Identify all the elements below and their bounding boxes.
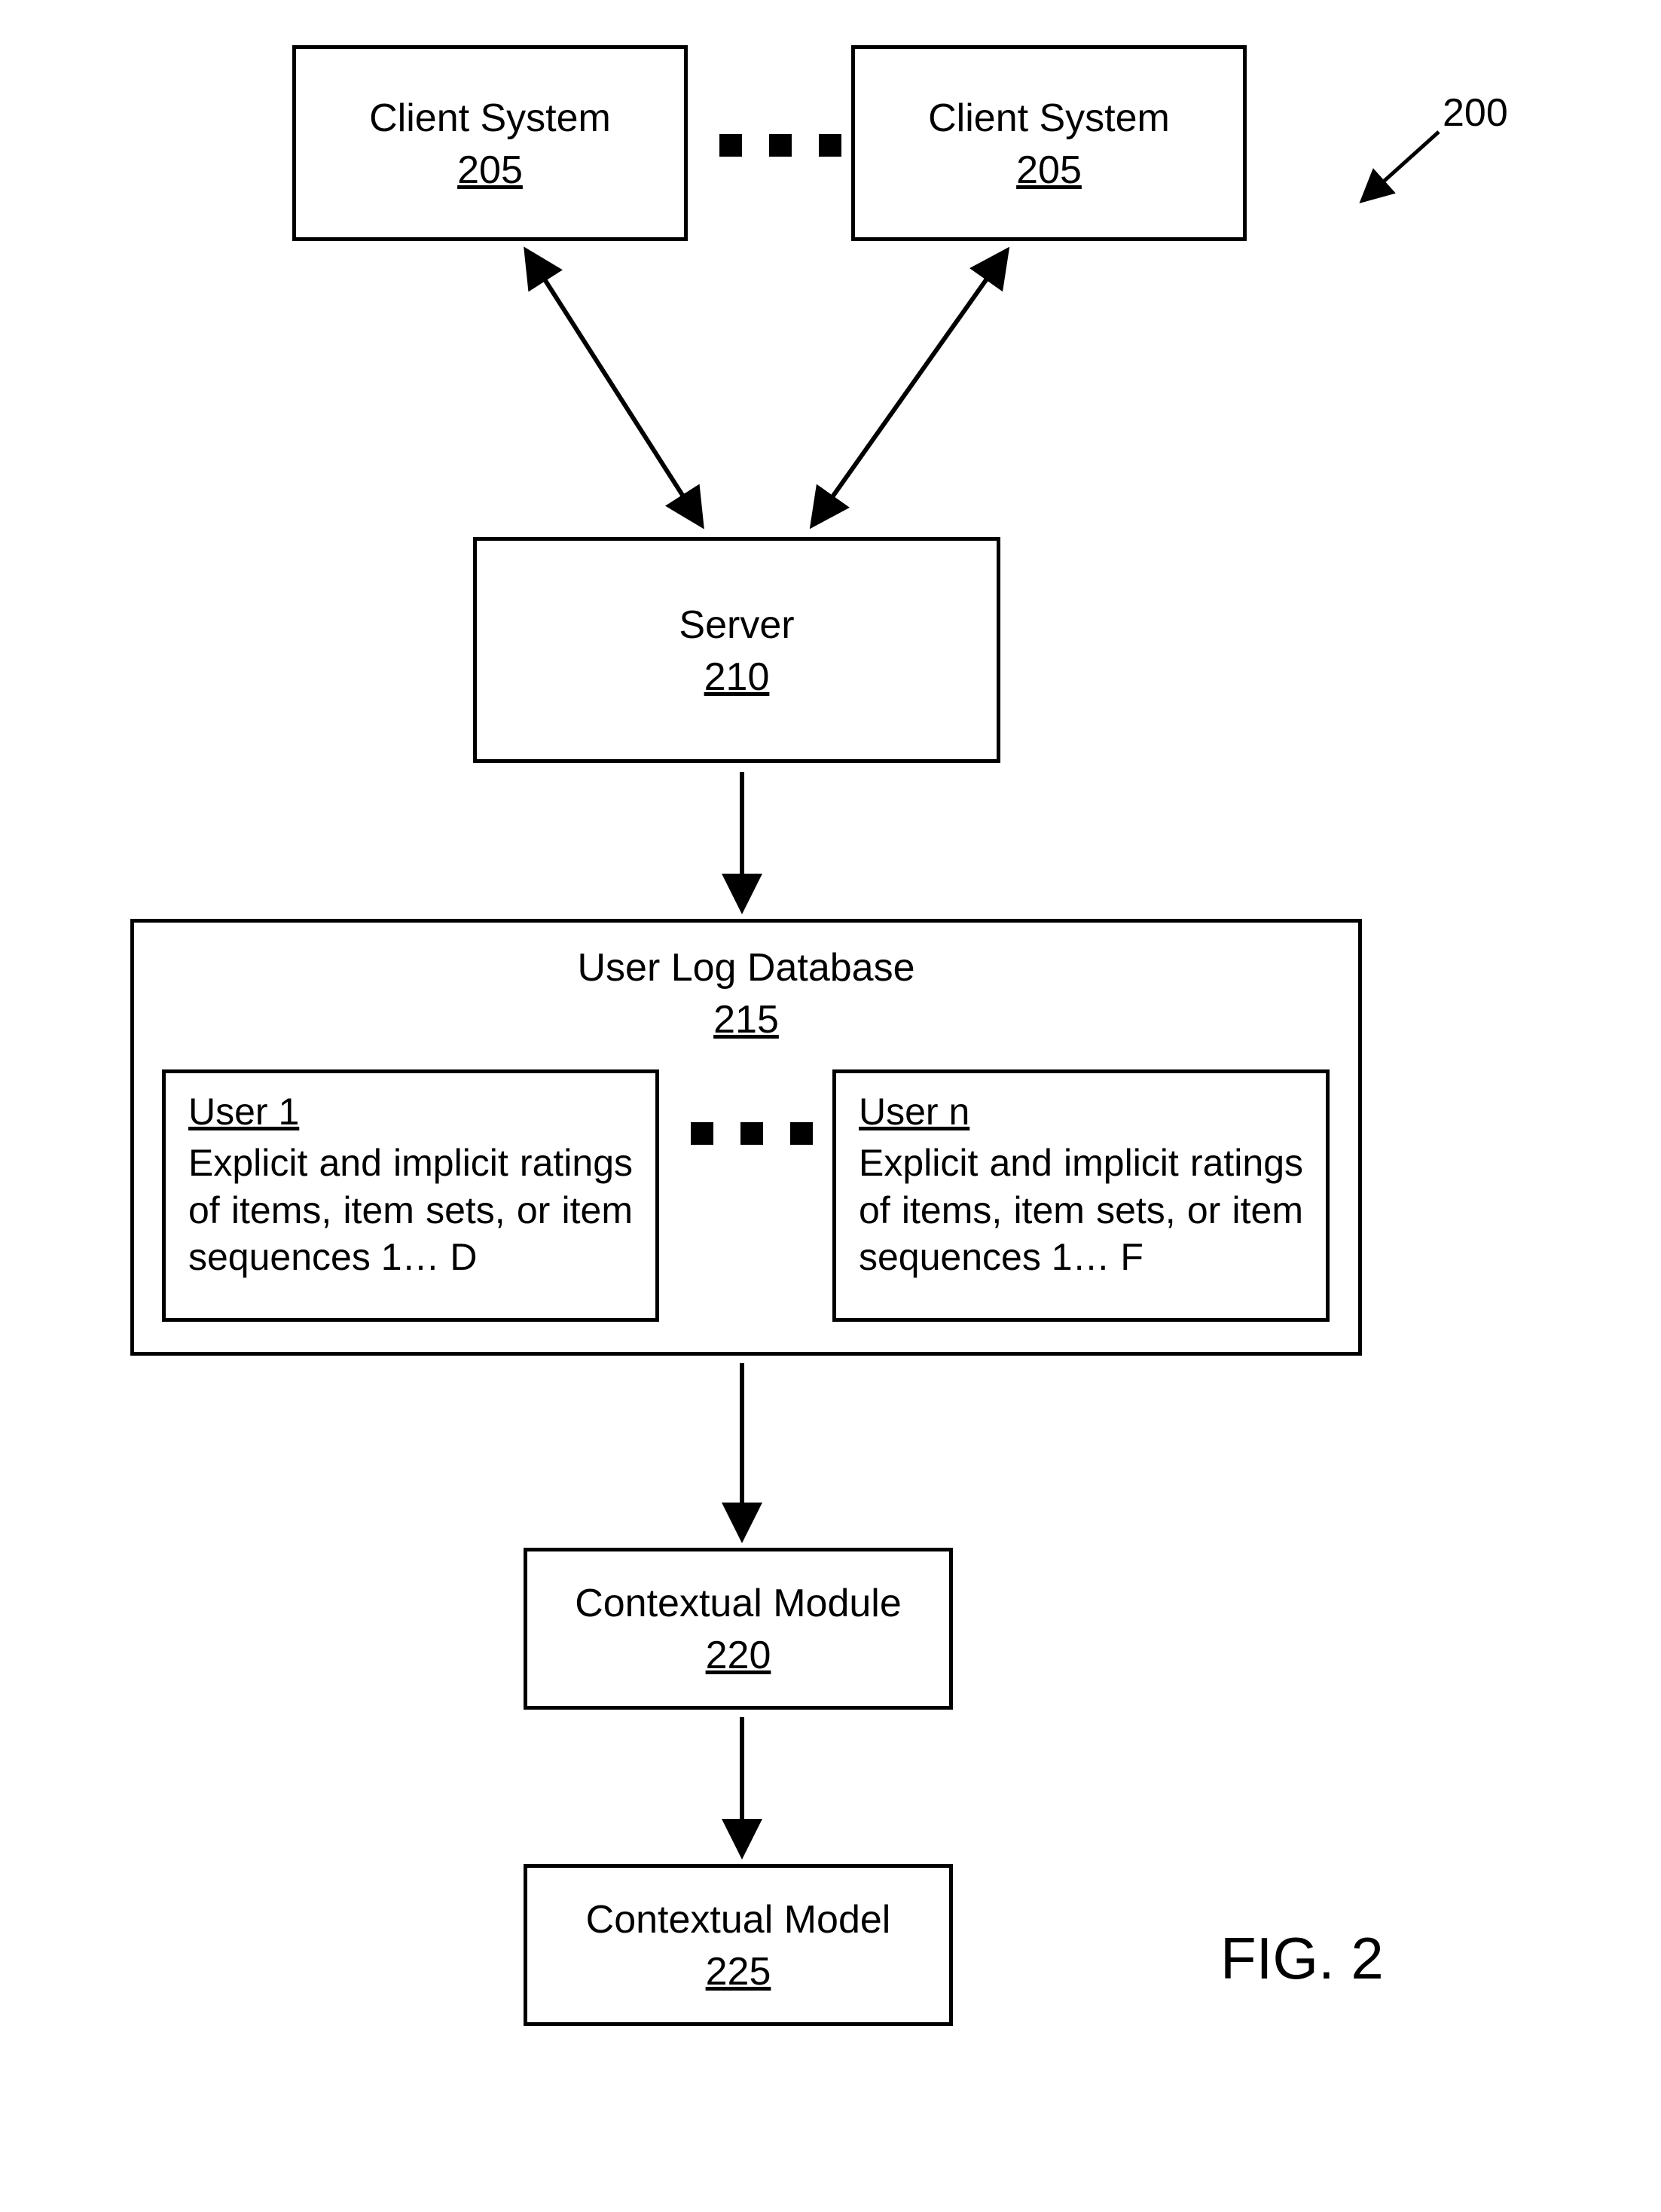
user1-title: User 1 xyxy=(188,1090,633,1133)
contextual-module-box: Contextual Module 220 xyxy=(524,1548,953,1710)
figure-ref-number: 200 xyxy=(1443,90,1508,136)
ellipsis-users xyxy=(691,1122,813,1145)
db-title: User Log Database xyxy=(577,944,914,993)
dot-icon xyxy=(790,1122,813,1145)
ellipsis-clients xyxy=(719,134,841,157)
client-system-box-b: Client System 205 xyxy=(851,45,1247,241)
server-num: 210 xyxy=(704,654,770,700)
server-title: Server xyxy=(679,601,794,650)
usern-title: User n xyxy=(859,1090,1303,1133)
client-a-num: 205 xyxy=(457,148,523,193)
dot-icon xyxy=(740,1122,763,1145)
client-b-title: Client System xyxy=(928,94,1170,143)
dot-icon xyxy=(719,134,742,157)
db-num: 215 xyxy=(713,997,779,1042)
contextual-model-box: Contextual Model 225 xyxy=(524,1864,953,2026)
client-b-num: 205 xyxy=(1016,148,1082,193)
usern-box: User n Explicit and implicit ratings of … xyxy=(832,1069,1330,1322)
dot-icon xyxy=(691,1122,713,1145)
client-a-title: Client System xyxy=(369,94,611,143)
server-box: Server 210 xyxy=(473,537,1000,763)
figure-label: FIG. 2 xyxy=(1220,1924,1384,1993)
usern-body: Explicit and implicit ratings of items, … xyxy=(859,1140,1303,1281)
user1-box: User 1 Explicit and implicit ratings of … xyxy=(162,1069,659,1322)
user1-body: Explicit and implicit ratings of items, … xyxy=(188,1140,633,1281)
dot-icon xyxy=(769,134,792,157)
model-title: Contextual Model xyxy=(586,1896,891,1945)
model-num: 225 xyxy=(706,1949,771,1994)
dot-icon xyxy=(819,134,841,157)
module-num: 220 xyxy=(706,1633,771,1678)
client-system-box-a: Client System 205 xyxy=(292,45,688,241)
module-title: Contextual Module xyxy=(575,1579,902,1628)
